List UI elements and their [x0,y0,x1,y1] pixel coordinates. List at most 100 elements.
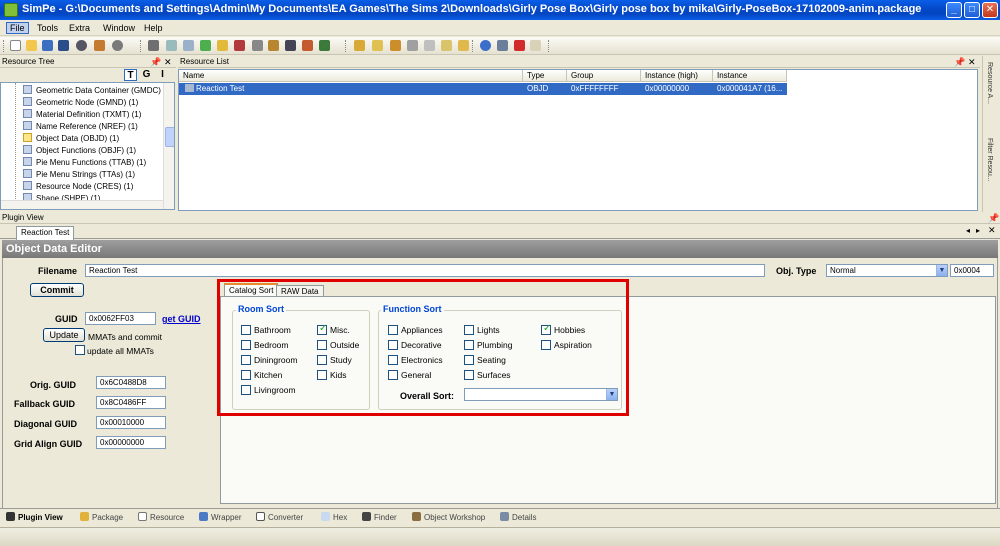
tree-item[interactable]: Geometric Node (GMND) (1) [23,97,138,108]
column-instance[interactable]: Instance [713,70,787,82]
tab-finder[interactable]: Finder [362,512,397,525]
pin-icon[interactable]: 📌 [954,56,965,68]
tools-icon[interactable] [234,40,245,51]
filename-field[interactable]: Reaction Test [85,264,765,277]
open-folder-icon[interactable] [26,40,37,51]
new-file-icon[interactable] [10,40,21,51]
comment-icon[interactable] [424,40,435,51]
pin-icon[interactable]: 📌 [150,56,161,68]
package-icon[interactable] [148,40,159,51]
resource-list[interactable]: Name Type Group Instance (high) Instance… [178,69,978,211]
tree-item[interactable]: Pie Menu Strings (TTAs) (1) [23,169,135,180]
column-name[interactable]: Name [179,70,523,82]
row-group: 0xFFFFFFFF [571,84,619,93]
bottom-tab-bar: Plugin View Package Resource Wrapper Con… [0,508,1000,526]
tree-icon[interactable] [200,40,211,51]
update-button[interactable]: Update [43,328,85,342]
users-icon[interactable] [94,40,105,51]
resource-icon [23,181,32,190]
save-icon[interactable] [42,40,53,51]
maximize-button[interactable]: □ [964,2,980,18]
resource-action-tab[interactable]: Resource A... [986,62,993,106]
refresh-icon[interactable] [480,40,491,51]
resource-icon [23,145,32,154]
resource-tree[interactable]: Geometric Data Container (GMDC) (1) Geom… [0,82,175,210]
pin-icon[interactable]: 📌 [988,212,999,224]
filter-instance-button[interactable]: I [156,69,169,81]
cut-icon[interactable] [252,40,263,51]
filter-type-button[interactable]: T [124,69,137,81]
paste-icon[interactable] [268,40,279,51]
menu-tools[interactable]: Tools [34,22,61,34]
tab-scroll-left-icon[interactable]: ◂ [966,226,970,235]
column-type[interactable]: Type [523,70,567,82]
folder-star-icon[interactable] [458,40,469,51]
folder-open-icon[interactable] [372,40,383,51]
diagonal-guid-field[interactable]: 0x00010000 [96,416,166,429]
tab-scroll-right-icon[interactable]: ▸ [976,226,980,235]
get-guid-link[interactable]: get GUID [162,314,201,324]
delete-icon[interactable] [514,40,525,51]
tree-scrollbar[interactable] [163,83,174,209]
tree-hscrollbar[interactable] [1,200,163,209]
objtype-select[interactable]: Normal ▼ [826,264,948,277]
minimize-button[interactable]: _ [946,2,962,18]
orig-guid-field[interactable]: 0x6C0488D8 [96,376,166,389]
tab-resource[interactable]: Resource [138,512,184,525]
star-icon[interactable] [217,40,228,51]
row-type: OBJD [527,84,549,93]
preview-icon[interactable] [166,40,177,51]
menu-help[interactable]: Help [141,22,166,34]
side-panel-strip: Resource A... Filter Resou... [982,56,1000,212]
filter-resources-tab[interactable]: Filter Resou... [986,138,993,184]
camera-icon[interactable] [285,40,296,51]
save-as-icon[interactable] [58,40,69,51]
tab-hex[interactable]: Hex [321,512,347,525]
menu-window[interactable]: Window [100,22,138,34]
tab-reaction-test[interactable]: Reaction Test [16,226,75,240]
wrench-icon[interactable] [497,40,508,51]
tree-item[interactable]: Pie Menu Functions (TTAB) (1) [23,157,146,168]
tab-object-workshop[interactable]: Object Workshop [412,512,485,525]
folder-icon[interactable] [354,40,365,51]
menu-extra[interactable]: Extra [66,22,93,34]
tree-item[interactable]: Geometric Data Container (GMDC) (1) [23,85,173,96]
close-icon[interactable]: ✕ [968,56,976,68]
tab-wrapper[interactable]: Wrapper [199,512,242,525]
tab-plugin-view[interactable]: Plugin View [6,512,63,525]
guid-field[interactable]: 0x0062FF03 [85,312,156,325]
document-icon[interactable] [183,40,194,51]
menu-file[interactable]: File [6,22,29,34]
tree-item[interactable]: Object Functions (OBJF) (1) [23,145,136,156]
note-icon[interactable] [441,40,452,51]
objtype-code-field[interactable]: 0x0004 [950,264,994,277]
tab-converter[interactable]: Converter [256,512,303,525]
commit-button[interactable]: Commit [30,283,84,297]
list-icon[interactable] [407,40,418,51]
scroll-thumb[interactable] [165,127,174,147]
grid-align-guid-field[interactable]: 0x00000000 [96,436,166,449]
settings-icon[interactable] [112,40,123,51]
tab-close-icon[interactable]: ✕ [988,225,996,236]
column-instance-high[interactable]: Instance (high) [641,70,713,82]
resource-list-header: Resource List 📌 ✕ [178,56,980,68]
column-group[interactable]: Group [567,70,641,82]
resource-icon [23,169,32,178]
people-icon[interactable] [302,40,313,51]
globe-icon[interactable] [76,40,87,51]
tree-item[interactable]: Object Data (OBJD) (1) [23,133,119,144]
menu-bar: File Tools Extra Window Help [0,20,1000,36]
eraser-icon[interactable] [530,40,541,51]
tree-item[interactable]: Name Reference (NREF) (1) [23,121,138,132]
wizard-icon[interactable] [390,40,401,51]
import-icon[interactable] [319,40,330,51]
tree-item[interactable]: Material Definition (TXMT) (1) [23,109,141,120]
tree-item[interactable]: Resource Node (CRES) (1) [23,181,133,192]
tab-package[interactable]: Package [80,512,123,525]
close-icon[interactable]: ✕ [164,56,172,68]
tab-details[interactable]: Details [500,512,536,525]
close-button[interactable]: ✕ [982,2,998,18]
fallback-guid-field[interactable]: 0x8C0486FF [96,396,166,409]
update-all-mmats-checkbox[interactable] [75,345,85,355]
filter-group-button[interactable]: G [140,69,153,81]
